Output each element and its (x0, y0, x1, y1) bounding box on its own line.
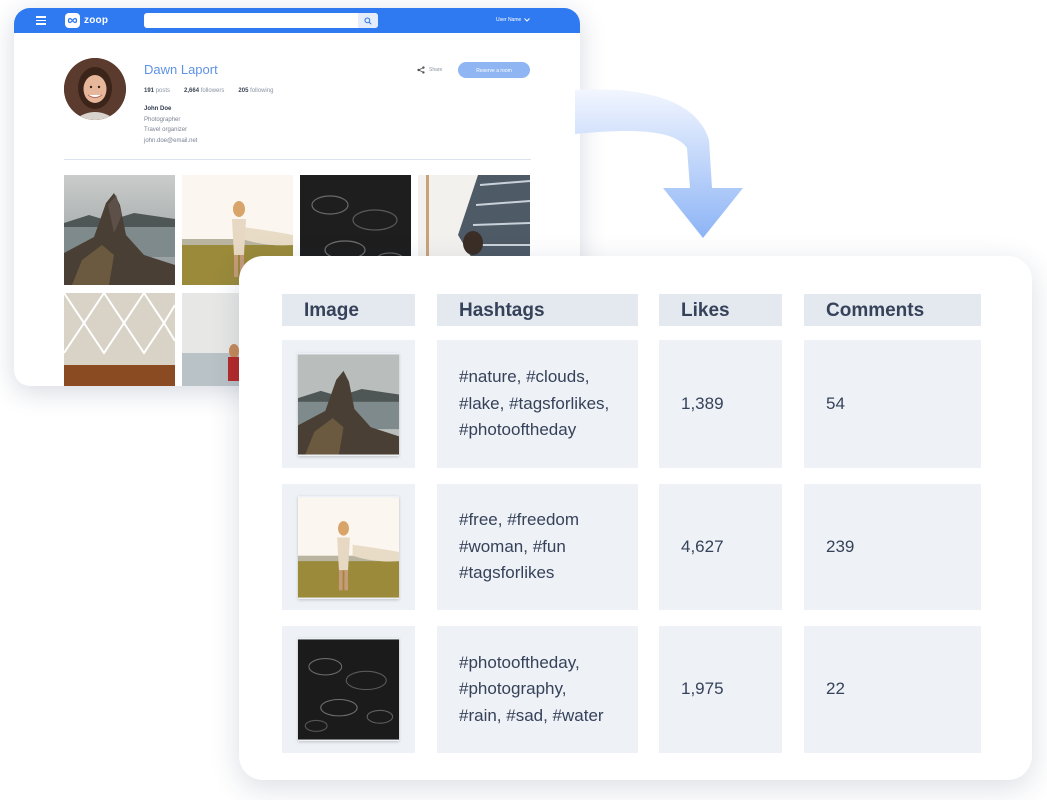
table-row-2-comments: 239 (804, 484, 981, 610)
share-icon (417, 66, 425, 74)
hashtag-data-table-card: Image Hashtags Likes Comments #nature, #… (239, 256, 1032, 780)
table-row-1-hashtags: #nature, #clouds, #lake, #tagsforlikes, #p… (437, 340, 638, 468)
user-menu-label: User Name (496, 17, 522, 23)
user-menu[interactable]: User Name (496, 17, 531, 23)
logo-text: zoop (84, 15, 109, 26)
share-button[interactable]: Share (417, 66, 442, 74)
table-row-3-likes: 1,975 (659, 626, 782, 753)
infinity-logo-icon (65, 13, 80, 28)
row-image-thumbnail[interactable] (298, 353, 399, 456)
following-stat[interactable]: 205 following (238, 88, 273, 94)
bio-name: John Doe (144, 106, 172, 112)
bio-line: Photographer (144, 116, 181, 123)
row-image-thumbnail[interactable] (298, 638, 399, 741)
search-icon (364, 16, 372, 25)
followers-stat[interactable]: 2,664 followers (184, 88, 224, 94)
profile-name[interactable]: Dawn Laport (144, 62, 218, 77)
search-bar[interactable] (144, 13, 378, 28)
chevron-down-icon (524, 18, 531, 22)
reserve-room-button[interactable]: Reserve a room (458, 62, 530, 78)
posts-stat: 191 posts (144, 88, 171, 94)
curved-arrow-icon (575, 89, 743, 238)
top-navigation-bar: zoop User Name (14, 8, 580, 33)
column-header-comments: Comments (804, 294, 981, 326)
table-row-1-comments: 54 (804, 340, 981, 468)
column-header-image: Image (282, 294, 415, 326)
share-label: Share (429, 67, 443, 73)
table-row-3-comments: 22 (804, 626, 981, 753)
column-header-hashtags: Hashtags (437, 294, 638, 326)
search-button[interactable] (358, 13, 378, 28)
profile-stats: 191 posts 2,664 followers 205 following (144, 88, 273, 94)
profile-avatar[interactable] (64, 58, 126, 120)
row-image-thumbnail[interactable] (298, 496, 399, 599)
profile-bio: John Doe Photographer Travel organizer j… (144, 104, 197, 146)
bio-email[interactable]: john.doe@email.net (144, 136, 197, 147)
table-row-2-likes: 4,627 (659, 484, 782, 610)
app-logo[interactable]: zoop (65, 13, 108, 28)
grid-photo-mountain[interactable] (64, 175, 175, 285)
table-row-3-hashtags: #photooftheday, #photography, #rain, #sad,… (437, 626, 638, 753)
column-header-likes: Likes (659, 294, 782, 326)
table-row-1-image-cell (282, 340, 415, 468)
table-row-1-likes: 1,389 (659, 340, 782, 468)
table-row-2-hashtags: #free, #freedom #woman, #fun #tagsforlikes (437, 484, 638, 610)
search-input[interactable] (144, 16, 354, 28)
hamburger-menu-icon[interactable] (36, 16, 46, 25)
table-row-2-image-cell (282, 484, 415, 610)
profile-divider (64, 159, 531, 160)
grid-photo-architecture[interactable] (64, 293, 175, 386)
table-row-3-image-cell (282, 626, 415, 753)
bio-line: Travel organizer (144, 127, 188, 133)
